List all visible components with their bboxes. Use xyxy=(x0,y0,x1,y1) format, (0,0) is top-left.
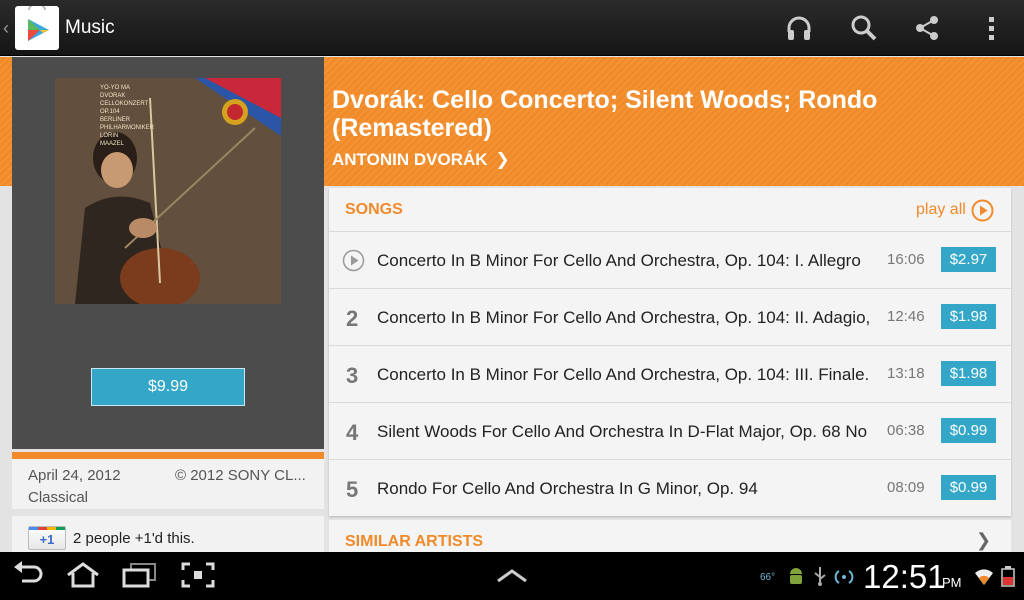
back-caret-icon[interactable]: ‹ xyxy=(3,18,9,39)
album-cover: YO-YO MA DVORAK CELLOKONZERT OP.104 BERL… xyxy=(55,78,281,304)
play-all-link[interactable]: play all xyxy=(916,201,966,219)
wifi-icon xyxy=(974,565,994,587)
search-icon[interactable] xyxy=(848,12,880,44)
cover-line: BERLINER xyxy=(100,117,131,123)
chevron-up-icon[interactable] xyxy=(494,561,530,589)
track-number: 2 xyxy=(346,306,359,331)
clock-time: 12:51 xyxy=(863,558,946,595)
play-store-logo-icon[interactable] xyxy=(15,3,59,50)
similar-artists-header[interactable]: SIMILAR ARTISTS xyxy=(345,533,483,551)
battery-icon xyxy=(998,565,1018,587)
buy-album-button[interactable]: $9.99 xyxy=(91,368,245,406)
track-number: 5 xyxy=(346,477,359,502)
song-duration: 16:06 xyxy=(887,251,925,268)
song-row[interactable]: 4 Silent Woods For Cello And Orchestra I… xyxy=(329,402,1011,459)
recent-apps-icon[interactable] xyxy=(121,561,157,589)
plus-one-button[interactable]: +1 xyxy=(28,526,66,550)
plus-one-bar xyxy=(29,527,65,530)
wireless-icon xyxy=(834,565,854,587)
song-duration: 13:18 xyxy=(887,365,925,382)
cover-line: MAAZEL xyxy=(100,141,125,147)
song-duration: 08:09 xyxy=(887,479,925,496)
orange-divider xyxy=(12,452,324,459)
play-circle-icon[interactable] xyxy=(342,249,365,272)
song-row[interactable]: 3 Concerto In B Minor For Cello And Orch… xyxy=(329,345,1011,402)
play-circle-icon[interactable] xyxy=(971,199,994,222)
song-row[interactable]: 2 Concerto In B Minor For Cello And Orch… xyxy=(329,288,1011,345)
song-row[interactable]: 5 Rondo For Cello And Orchestra In G Min… xyxy=(329,459,1011,516)
overflow-menu-icon[interactable] xyxy=(976,12,1008,44)
cover-line: YO-YO MA xyxy=(100,85,131,91)
song-title: Concerto In B Minor For Cello And Orches… xyxy=(377,365,870,384)
songs-header: SONGS xyxy=(345,201,403,218)
cover-text: YO-YO MA DVORAK CELLOKONZERT OP.104 BERL… xyxy=(100,84,170,148)
song-row[interactable]: Concerto In B Minor For Cello And Orches… xyxy=(329,231,1011,288)
cover-line: PHILHARMONIKER xyxy=(100,125,155,131)
chevron-right-icon[interactable]: ❯ xyxy=(976,530,991,551)
plus-one-label: +1 xyxy=(39,532,55,547)
song-duration: 12:46 xyxy=(887,308,925,325)
song-title: Concerto In B Minor For Cello And Orches… xyxy=(377,308,871,327)
release-date: April 24, 2012 xyxy=(28,467,121,484)
headphones-icon[interactable] xyxy=(783,12,815,44)
song-duration: 06:38 xyxy=(887,422,925,439)
temperature: 66° xyxy=(760,572,776,583)
artist-link[interactable]: ANTONIN DVORÁK ❯ xyxy=(332,150,510,170)
home-icon[interactable] xyxy=(65,561,101,589)
song-title: Rondo For Cello And Orchestra In G Minor… xyxy=(377,479,758,498)
buy-song-button[interactable]: $1.98 xyxy=(941,304,996,329)
cover-line: OP.104 xyxy=(100,109,120,115)
track-number: 4 xyxy=(346,420,359,445)
chevron-right-icon: ❯ xyxy=(495,150,510,169)
cover-line: CELLOKONZERT xyxy=(100,101,149,107)
genre: Classical xyxy=(28,489,89,506)
share-icon[interactable] xyxy=(911,12,943,44)
artist-name: ANTONIN DVORÁK xyxy=(332,150,488,169)
buy-song-button[interactable]: $2.97 xyxy=(941,247,996,272)
song-title: Silent Woods For Cello And Orchestra In … xyxy=(377,422,868,441)
screenshot-icon[interactable] xyxy=(180,561,216,589)
album-title: Dvorák: Cello Concerto; Silent Woods; Ro… xyxy=(332,86,878,142)
cover-line: LORIN xyxy=(100,133,119,139)
track-number: 3 xyxy=(346,363,359,388)
song-title: Concerto In B Minor For Cello And Orches… xyxy=(377,251,861,270)
copyright: © 2012 SONY CL... xyxy=(175,467,306,484)
usb-icon xyxy=(810,565,830,587)
buy-song-button[interactable]: $1.98 xyxy=(941,361,996,386)
buy-song-button[interactable]: $0.99 xyxy=(941,475,996,500)
plus-one-count: 2 people +1'd this. xyxy=(73,530,195,547)
back-icon[interactable] xyxy=(10,561,46,589)
clock-ampm: PM xyxy=(942,575,962,590)
android-icon xyxy=(786,565,806,587)
buy-song-button[interactable]: $0.99 xyxy=(941,418,996,443)
cover-line: DVORAK xyxy=(100,93,126,99)
app-title: Music xyxy=(65,17,115,38)
